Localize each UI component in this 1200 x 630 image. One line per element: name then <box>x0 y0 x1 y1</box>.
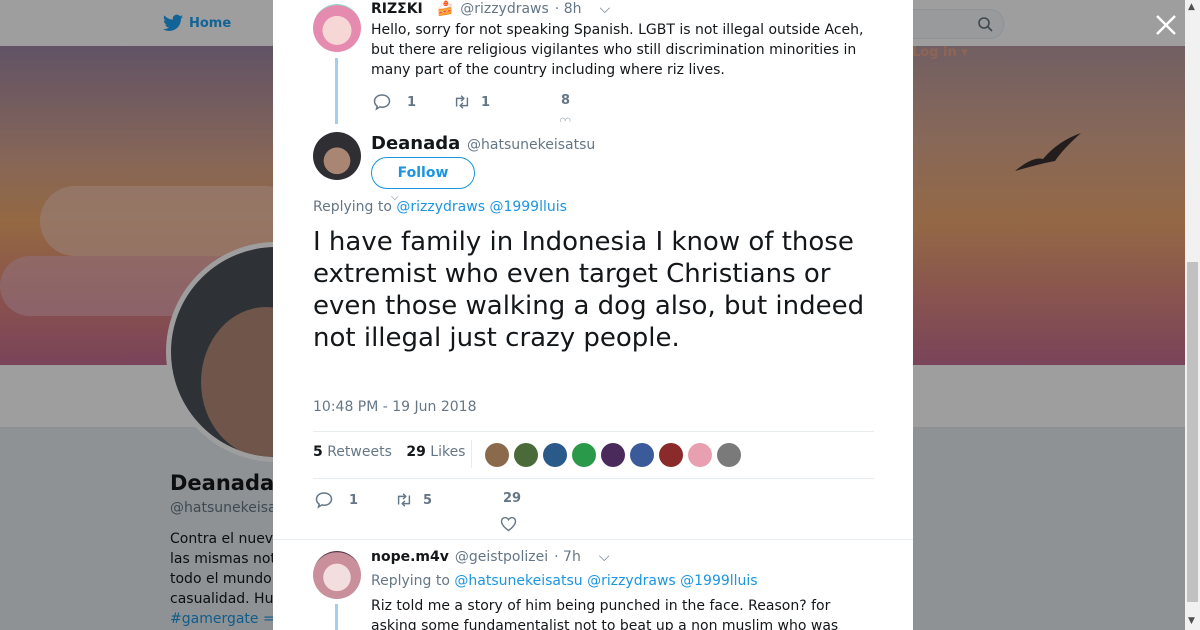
retweet-count: 1 <box>481 94 491 110</box>
tweet-text-line: Riz told me a story of him being punched… <box>371 598 831 614</box>
heart-icon[interactable] <box>500 516 517 532</box>
reply-button[interactable]: 1 <box>315 491 358 509</box>
liker-avatars <box>485 443 741 467</box>
reply-button[interactable]: 1 <box>373 93 416 111</box>
scroll-up-icon[interactable]: ▲ <box>1188 2 1195 12</box>
liker-avatar[interactable] <box>717 443 741 467</box>
author-handle[interactable]: @geistpolizei <box>455 549 548 565</box>
avatar[interactable] <box>313 4 361 52</box>
stats-divider <box>313 431 874 432</box>
chevron-down-icon[interactable]: ⌵ <box>599 1 610 17</box>
liker-avatar[interactable] <box>572 443 596 467</box>
scroll-down-icon[interactable]: ▼ <box>1188 616 1195 626</box>
author-name[interactable]: nope.m4v <box>371 549 449 565</box>
page-scrollbar[interactable]: ▲ ▼ <box>1185 0 1200 630</box>
avatar[interactable] <box>313 132 361 180</box>
avatar[interactable] <box>313 551 361 599</box>
reply-icon <box>373 94 391 111</box>
liker-avatar[interactable] <box>543 443 567 467</box>
retweet-icon <box>397 493 411 507</box>
thread-line <box>335 58 338 124</box>
tweet-permalink-modal: RIZΣKI 🍰 @rizzydraws · 8h ⌵ Hello, sorry… <box>273 0 913 630</box>
liker-avatar[interactable] <box>630 443 654 467</box>
tweet-text: Riz told me a story of him being punched… <box>371 596 891 630</box>
tweet-timestamp[interactable]: 10:48 PM - 19 Jun 2018 <box>313 399 477 415</box>
replying-prefix: Replying to <box>371 573 450 589</box>
replying-to: Replying to @hatsunekeisatsu @rizzydraws… <box>371 573 758 589</box>
retweet-icon <box>455 95 469 109</box>
like-button[interactable]: 29 <box>503 491 521 506</box>
mention-link[interactable]: @1999lluis <box>680 573 757 589</box>
author-emoji: 🍰 <box>436 1 455 17</box>
tweet-text: Hello, sorry for not speaking Spanish. L… <box>371 22 864 78</box>
follow-button[interactable]: Follow <box>371 157 475 189</box>
heart-icon[interactable]: ♡ <box>559 116 573 122</box>
retweet-button[interactable]: 1 <box>453 93 490 111</box>
retweets-stat[interactable]: 5 Retweets <box>313 444 392 460</box>
close-icon[interactable] <box>1153 12 1179 38</box>
tweet-header: nope.m4v @geistpolizei · 7h ⌵ <box>371 549 609 565</box>
stats-divider <box>313 478 874 479</box>
tweet-text-large: I have family in Indonesia I know of tho… <box>313 227 865 353</box>
reply-divider <box>273 539 913 540</box>
mention-link[interactable]: @rizzydraws <box>396 199 485 215</box>
author-handle[interactable]: @rizzydraws <box>460 1 549 17</box>
author-name[interactable]: Deanada <box>371 133 460 154</box>
tweet-time[interactable]: · 8h <box>555 1 582 17</box>
like-count: 29 <box>503 491 522 506</box>
liker-avatar[interactable] <box>688 443 712 467</box>
tweet-text-line: asking some fundamentalist not to beat u… <box>371 618 839 630</box>
retweet-button[interactable]: 5 <box>395 491 432 509</box>
chevron-down-icon[interactable]: ⌵ <box>599 549 610 565</box>
reply-count: 1 <box>407 94 417 110</box>
author-name[interactable]: RIZΣKI <box>371 1 423 17</box>
replying-to: Replying to @rizzydraws @1999lluis <box>313 199 567 215</box>
mention-link[interactable]: @hatsunekeisatsu <box>454 573 582 589</box>
retweet-count: 5 <box>423 492 433 508</box>
liker-avatar[interactable] <box>601 443 625 467</box>
mention-link[interactable]: @rizzydraws <box>587 573 676 589</box>
tweet-time[interactable]: · 7h <box>554 549 581 565</box>
reply-icon <box>315 492 333 509</box>
scrollbar-thumb[interactable] <box>1187 262 1198 602</box>
thread-line <box>335 604 338 630</box>
like-button[interactable]: 8 <box>561 93 570 108</box>
replying-prefix: Replying to <box>313 199 392 215</box>
like-count: 8 <box>561 93 571 108</box>
author-handle[interactable]: @hatsunekeisatsu <box>467 137 595 153</box>
mention-link[interactable]: @1999lluis <box>489 199 566 215</box>
liker-avatar[interactable] <box>485 443 509 467</box>
tweet-stats: 5 Retweets 29 Likes <box>313 444 465 460</box>
likes-stat[interactable]: 29 Likes <box>406 444 465 460</box>
liker-avatar[interactable] <box>659 443 683 467</box>
stats-separator <box>471 440 472 468</box>
liker-avatar[interactable] <box>514 443 538 467</box>
tweet-header: RIZΣKI 🍰 @rizzydraws · 8h ⌵ <box>371 1 610 17</box>
reply-count: 1 <box>349 492 359 508</box>
